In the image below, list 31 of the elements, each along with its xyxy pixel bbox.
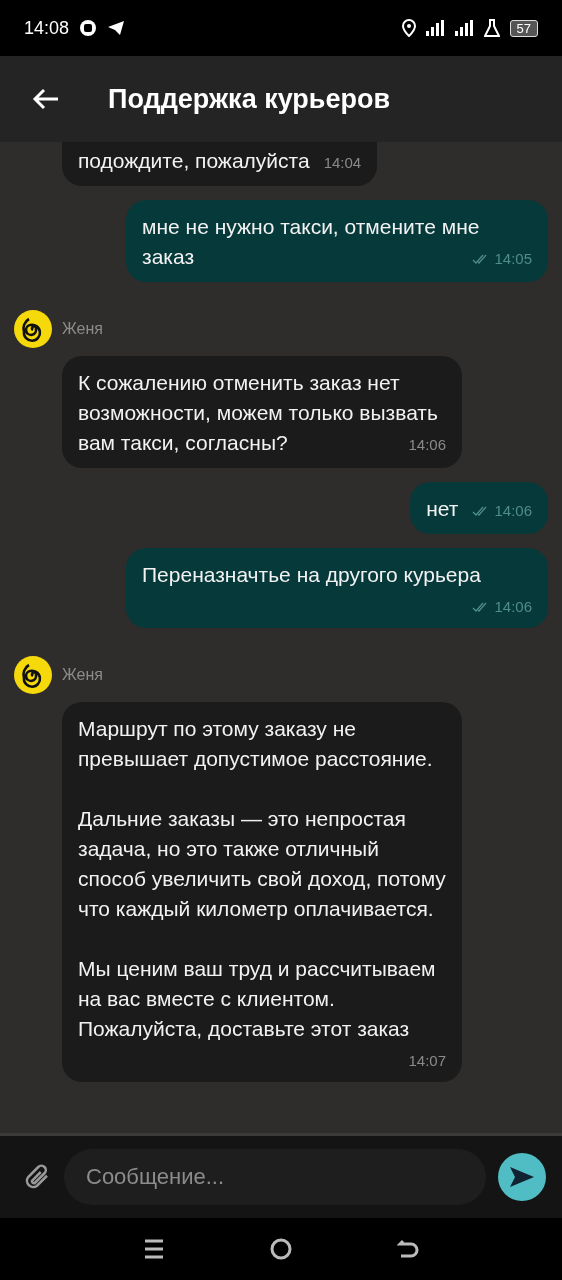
message-bubble: Переназначтье на другого курьера 14:06 (126, 548, 548, 628)
message-bubble: подождите, пожалуйста 14:04 (62, 142, 378, 186)
message-bubble: Маршрут по этому заказу не превышает допустимое расстояние. Дальние заказы — это непростая задача, но это также отличный способ увеличить свой доход, потому что каждый километр оплачивается. Мы ценим ваш труд и рассчитываем на вас вместе с клиентом. Пожалуйста, доставьте этот заказ 14:07 (62, 702, 462, 1082)
home-button[interactable] (270, 1238, 292, 1260)
signal-icon (453, 20, 474, 36)
message-time: 14:06 (494, 501, 532, 521)
message-time: 14:05 (494, 249, 532, 269)
send-button[interactable] (498, 1153, 546, 1201)
message-input[interactable]: Сообщение... (64, 1149, 486, 1205)
battery-level: 57 (509, 19, 538, 37)
sender-name: Женя (62, 666, 103, 684)
paper-plane-icon (107, 20, 126, 36)
notification-icon (79, 19, 98, 37)
sender-name: Женя (62, 320, 103, 338)
message-time: 14:06 (408, 435, 446, 455)
status-time: 14:08 (24, 17, 70, 39)
message-bubble: нет 14:06 (410, 482, 548, 534)
spiral-avatar-icon (14, 310, 52, 348)
flask-icon (483, 19, 500, 37)
message-time: 14:07 (408, 1051, 446, 1071)
back-nav-icon[interactable] (397, 1238, 420, 1260)
message-bubble: К сожалению отменить заказ нет возможности, можем только вызвать вам такси, согласны? 14:06 (62, 356, 462, 468)
message-time: 14:06 (494, 597, 532, 617)
spiral-avatar-icon (14, 656, 52, 694)
menu-icon[interactable] (142, 1239, 165, 1259)
location-icon (401, 19, 416, 37)
message-time: 14:04 (323, 153, 362, 173)
send-icon (509, 1166, 535, 1188)
chat-title: Поддержка курьеров (108, 83, 390, 115)
signal-icon (425, 20, 444, 36)
message-bubble: мне не нужно такси, отмените мне заказ 14:05 (126, 200, 548, 282)
